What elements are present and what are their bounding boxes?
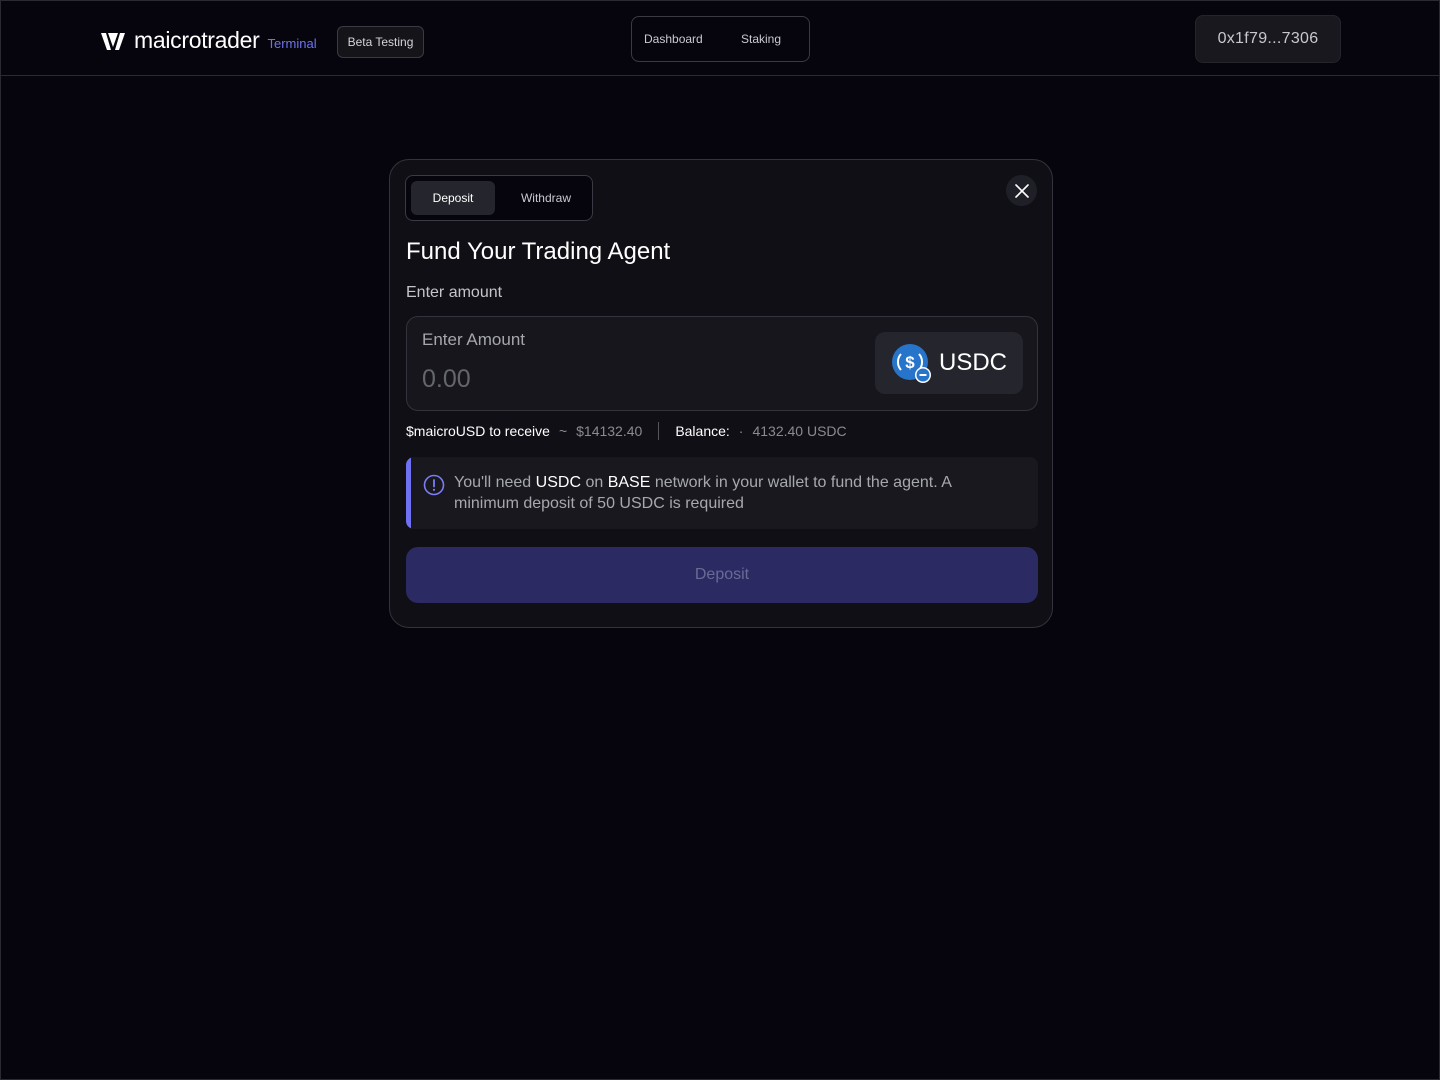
token-name: USDC: [939, 349, 1008, 376]
amount-input[interactable]: [422, 363, 842, 395]
brand-name: maicrotrader: [134, 27, 260, 53]
balance-label: Balance:: [675, 423, 730, 439]
maicrotrader-logo-icon: [101, 32, 125, 50]
notice-token: USDC: [535, 474, 581, 491]
info-notice: You'll need USDC on BASE network in your…: [406, 457, 1038, 529]
receive-separator: ~: [558, 423, 568, 439]
amount-label: Enter amount: [406, 284, 503, 301]
receive-label: $maicroUSD to receive: [406, 423, 550, 439]
balance-value: 4132.40 USDC: [752, 423, 847, 439]
nav-dashboard[interactable]: Dashboard: [644, 32, 703, 46]
notice-text: You'll need USDC on BASE network in your…: [454, 472, 1014, 514]
token-selector[interactable]: $ USDC: [875, 332, 1023, 394]
notice-network: BASE: [607, 474, 651, 491]
amount-field-label: Enter Amount: [422, 330, 526, 349]
svg-text:$: $: [905, 353, 915, 372]
beta-badge: Beta Testing: [337, 26, 424, 58]
tab-deposit[interactable]: Deposit: [411, 181, 495, 215]
tab-withdraw[interactable]: Withdraw: [506, 181, 586, 215]
balance-separator: ·: [738, 423, 744, 439]
brand-logo[interactable]: maicrotrader Terminal: [100, 27, 317, 54]
usdc-coin-icon: $: [892, 344, 931, 383]
brand-subtitle: Terminal: [267, 36, 317, 51]
deposit-modal: Deposit Withdraw Fund Your Trading Agent…: [389, 159, 1053, 628]
conversion-info: $maicroUSD to receive ~ $14132.40 Balanc…: [406, 422, 847, 440]
notice-accent-bar: [406, 457, 411, 529]
nav-staking[interactable]: Staking: [741, 32, 781, 46]
modal-title: Fund Your Trading Agent: [406, 238, 671, 265]
amount-field: Enter Amount $ USDC: [406, 316, 1038, 411]
close-icon: [1014, 183, 1029, 198]
main-nav: Dashboard Staking: [631, 16, 810, 62]
deposit-button[interactable]: Deposit: [406, 547, 1038, 603]
divider: [658, 422, 660, 440]
wallet-address-button[interactable]: 0x1f79...7306: [1195, 15, 1341, 63]
close-button[interactable]: [1006, 175, 1037, 206]
notice-text-1: You'll need: [454, 474, 536, 491]
top-header: maicrotrader Terminal Beta Testing Dashb…: [1, 1, 1439, 76]
receive-value: $14132.40: [576, 423, 643, 439]
notice-text-2: on: [581, 474, 608, 491]
info-icon: [423, 474, 445, 496]
modal-tabs: Deposit Withdraw: [405, 175, 593, 221]
